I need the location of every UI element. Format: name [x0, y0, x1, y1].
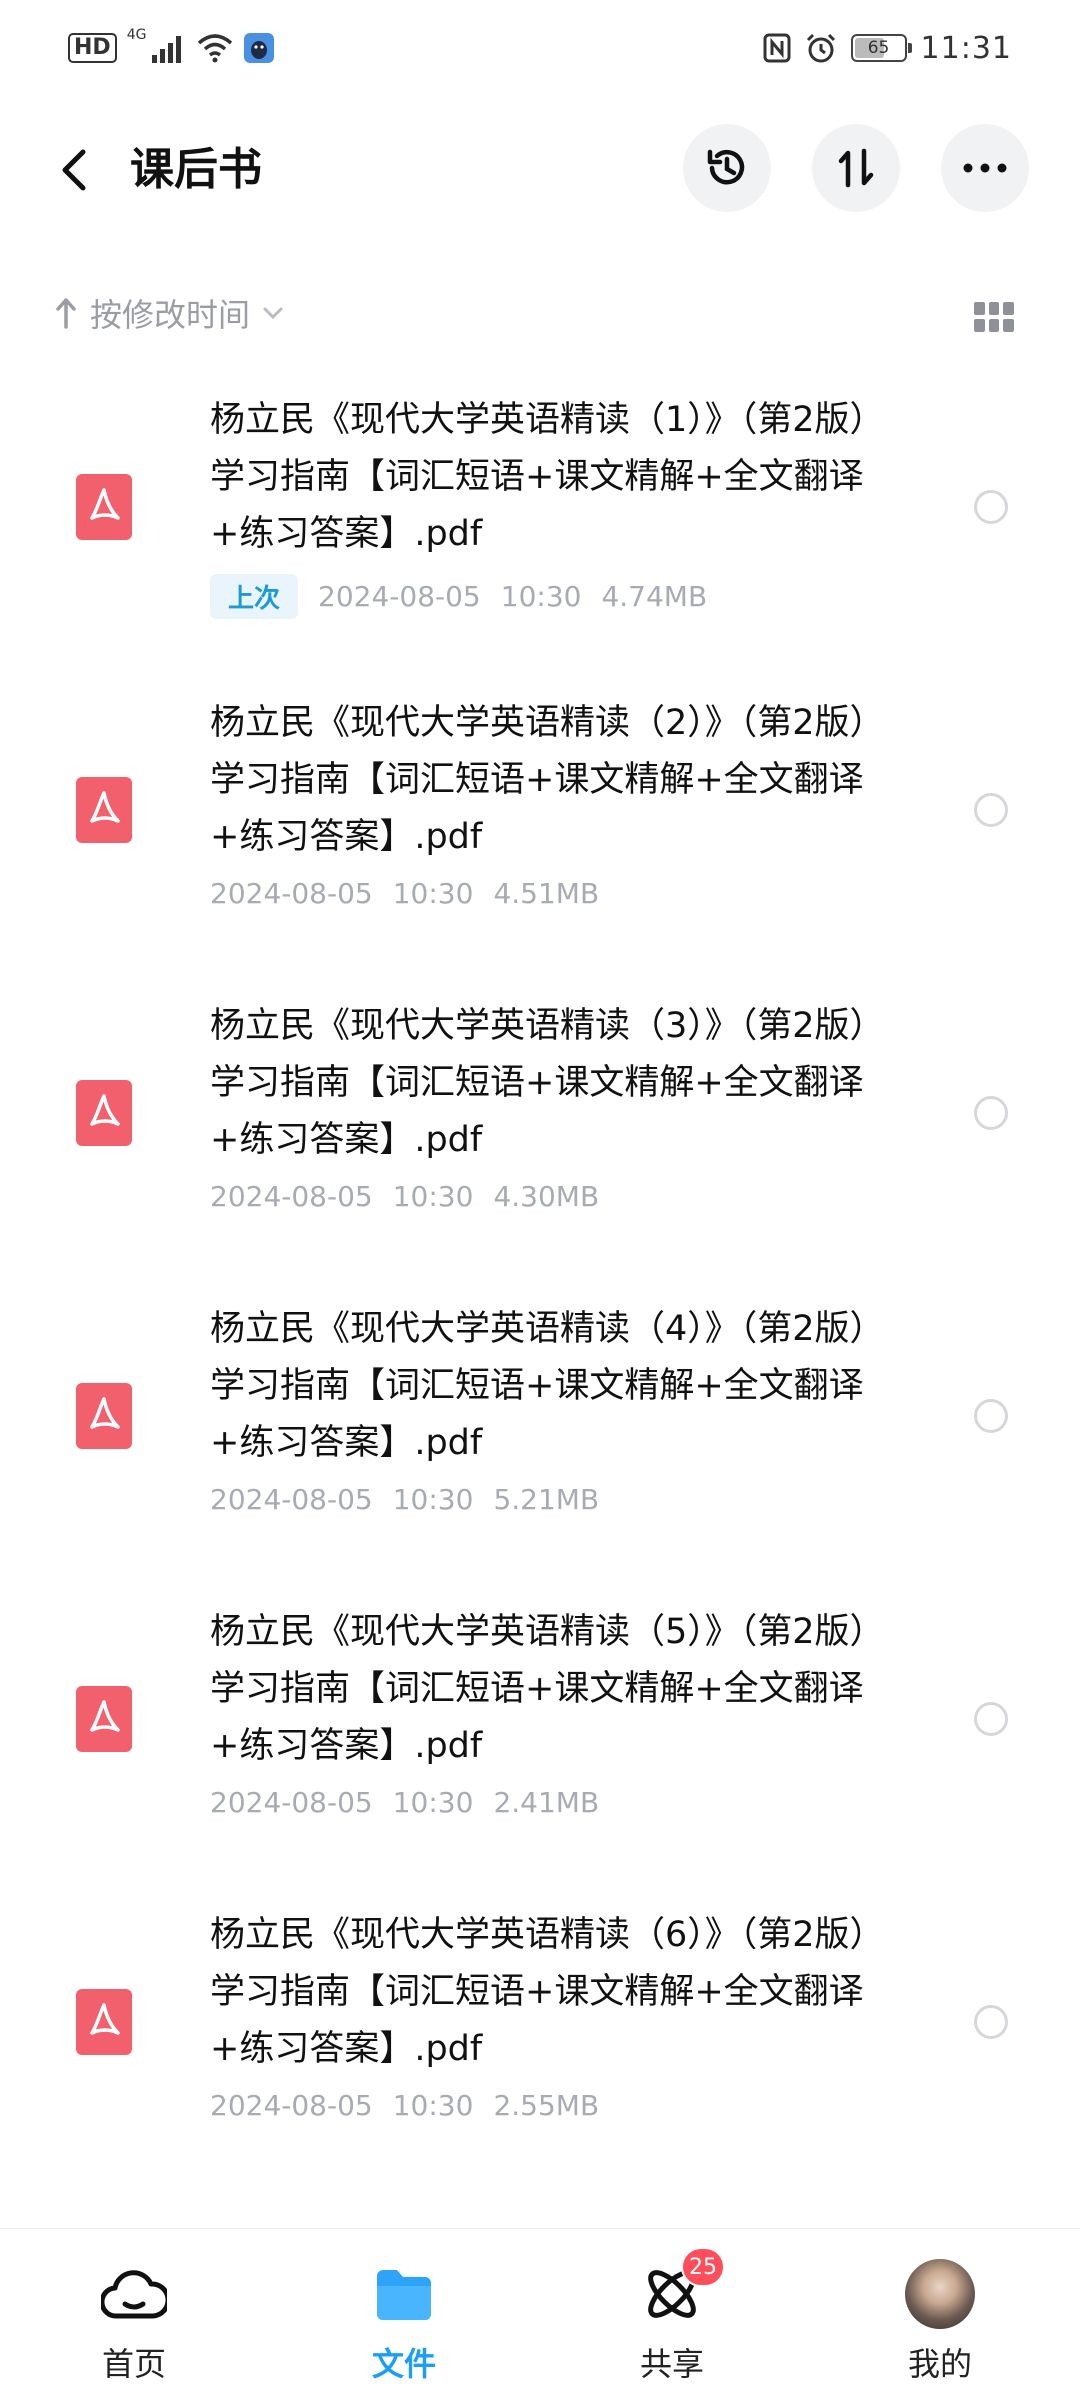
file-meta: 2024-08-05 10:30 4.30MB: [210, 1180, 599, 1213]
wifi-icon: [198, 34, 233, 63]
bottom-nav: 首页 文件 25 共享 我的: [0, 2228, 1080, 2400]
pdf-file-icon: [76, 1686, 132, 1752]
cloud-icon: [101, 2270, 167, 2319]
tab-label: 共享: [639, 2345, 704, 2383]
file-time: 10:30: [500, 580, 582, 613]
network-type: 4G: [126, 27, 147, 43]
clock: 11:31: [920, 30, 1012, 66]
pdf-file-icon: [76, 1989, 132, 2055]
file-name: 杨立民《现代大学英语精读（4）》（第2版）学习指南【词汇短语+课文精解+全文翻译…: [210, 1309, 885, 1463]
battery-indicator: 65: [850, 34, 912, 62]
last-opened-badge: 上次: [210, 574, 299, 619]
sort-direction-icon: [56, 298, 76, 329]
status-left: HD 4G: [68, 27, 275, 68]
file-meta: 2024-08-05 10:30 2.41MB: [210, 1786, 599, 1819]
avatar: [905, 2259, 975, 2329]
file-name: 杨立民《现代大学英语精读（1）》（第2版）学习指南【词汇短语+课文精解+全文翻译…: [210, 400, 885, 554]
file-item[interactable]: 杨立民《现代大学英语精读（4）》（第2版）学习指南【词汇短语+课文精解+全文翻译…: [0, 1287, 1080, 1590]
sort-swap-icon: [838, 148, 874, 188]
select-checkbox[interactable]: [974, 793, 1008, 827]
file-name: 杨立民《现代大学英语精读（6）》（第2版）学习指南【词汇短语+课文精解+全文翻译…: [210, 1915, 885, 2069]
file-meta: 2024-08-05 10:30 2.55MB: [210, 2089, 599, 2122]
tab-label: 我的: [907, 2345, 972, 2383]
app-notification-icon: [244, 33, 275, 63]
sort-dropdown[interactable]: 按修改时间: [54, 290, 284, 336]
more-icon: [963, 163, 1007, 173]
file-time: 10:30: [392, 1180, 474, 1213]
file-name: 杨立民《现代大学英语精读（3）》（第2版）学习指南【词汇短语+课文精解+全文翻译…: [210, 1006, 885, 1160]
history-icon: [707, 149, 745, 185]
tab-me[interactable]: 我的: [840, 2229, 1040, 2400]
file-date: 2024-08-05: [210, 1483, 373, 1516]
status-bar: HD 4G 65 11:31: [0, 0, 1080, 92]
file-meta: 上次 2024-08-05 10:30 4.74MB: [210, 574, 707, 619]
grid-view-button[interactable]: [974, 302, 1014, 332]
file-size: 2.41MB: [493, 1786, 600, 1819]
file-size: 4.30MB: [493, 1180, 600, 1213]
pdf-file-icon: [76, 1383, 132, 1449]
select-checkbox[interactable]: [974, 1096, 1008, 1130]
sort-bar: 按修改时间: [0, 282, 1080, 354]
sort-label: 按修改时间: [90, 296, 251, 334]
file-date: 2024-08-05: [210, 877, 373, 910]
more-button[interactable]: [941, 124, 1029, 212]
back-arrow-icon: [62, 149, 86, 191]
alarm-icon: [806, 33, 835, 63]
history-button[interactable]: [683, 124, 771, 212]
file-size: 2.55MB: [493, 2089, 600, 2122]
file-size: 4.51MB: [493, 877, 600, 910]
file-date: 2024-08-05: [318, 580, 481, 613]
hd-indicator: HD: [68, 33, 117, 63]
file-date: 2024-08-05: [210, 2089, 373, 2122]
file-item[interactable]: 杨立民《现代大学英语精读（5）》（第2版）学习指南【词汇短语+课文精解+全文翻译…: [0, 1590, 1080, 1893]
select-checkbox[interactable]: [974, 2005, 1008, 2039]
app-header: 课后书: [0, 120, 1080, 220]
pdf-file-icon: [76, 777, 132, 843]
file-date: 2024-08-05: [210, 1180, 373, 1213]
notification-badge: 25: [681, 2247, 725, 2287]
file-size: 4.74MB: [601, 580, 708, 613]
folder-icon: [377, 2270, 431, 2320]
page-title: 课后书: [130, 144, 262, 195]
file-size: 5.21MB: [493, 1483, 600, 1516]
file-meta: 2024-08-05 10:30 4.51MB: [210, 877, 599, 910]
file-time: 10:30: [392, 1483, 474, 1516]
file-name: 杨立民《现代大学英语精读（5）》（第2版）学习指南【词汇短语+课文精解+全文翻译…: [210, 1612, 885, 1766]
file-item[interactable]: 杨立民《现代大学英语精读（3）》（第2版）学习指南【词汇短语+课文精解+全文翻译…: [0, 984, 1080, 1287]
pdf-file-icon: [76, 474, 132, 540]
file-name: 杨立民《现代大学英语精读（2）》（第2版）学习指南【词汇短语+课文精解+全文翻译…: [210, 703, 885, 857]
file-time: 10:30: [392, 877, 474, 910]
file-item[interactable]: 杨立民《现代大学英语精读（2）》（第2版）学习指南【词汇短语+课文精解+全文翻译…: [0, 681, 1080, 984]
tab-files[interactable]: 文件: [304, 2229, 504, 2400]
tab-label: 文件: [371, 2345, 436, 2383]
select-checkbox[interactable]: [974, 490, 1008, 524]
tab-home[interactable]: 首页: [34, 2229, 234, 2400]
battery-level: 65: [867, 38, 890, 58]
sort-swap-button[interactable]: [812, 124, 900, 212]
grid-view-icon: [974, 302, 985, 315]
select-checkbox[interactable]: [974, 1702, 1008, 1736]
file-time: 10:30: [392, 1786, 474, 1819]
tab-share[interactable]: 25 共享: [572, 2229, 772, 2400]
status-right: 65 11:31: [763, 28, 1012, 68]
nfc-icon: [763, 33, 791, 63]
back-button[interactable]: [44, 140, 104, 200]
tab-label: 首页: [101, 2345, 166, 2383]
chevron-down-icon: [263, 307, 283, 320]
pdf-file-icon: [76, 1080, 132, 1146]
signal-icon: [152, 36, 182, 63]
file-item[interactable]: 杨立民《现代大学英语精读（1）》（第2版）学习指南【词汇短语+课文精解+全文翻译…: [0, 378, 1080, 681]
file-time: 10:30: [392, 2089, 474, 2122]
file-meta: 2024-08-05 10:30 5.21MB: [210, 1483, 599, 1516]
file-item[interactable]: 杨立民《现代大学英语精读（6）》（第2版）学习指南【词汇短语+课文精解+全文翻译…: [0, 1893, 1080, 2196]
file-date: 2024-08-05: [210, 1786, 373, 1819]
file-list: 杨立民《现代大学英语精读（1）》（第2版）学习指南【词汇短语+课文精解+全文翻译…: [0, 378, 1080, 2196]
select-checkbox[interactable]: [974, 1399, 1008, 1433]
